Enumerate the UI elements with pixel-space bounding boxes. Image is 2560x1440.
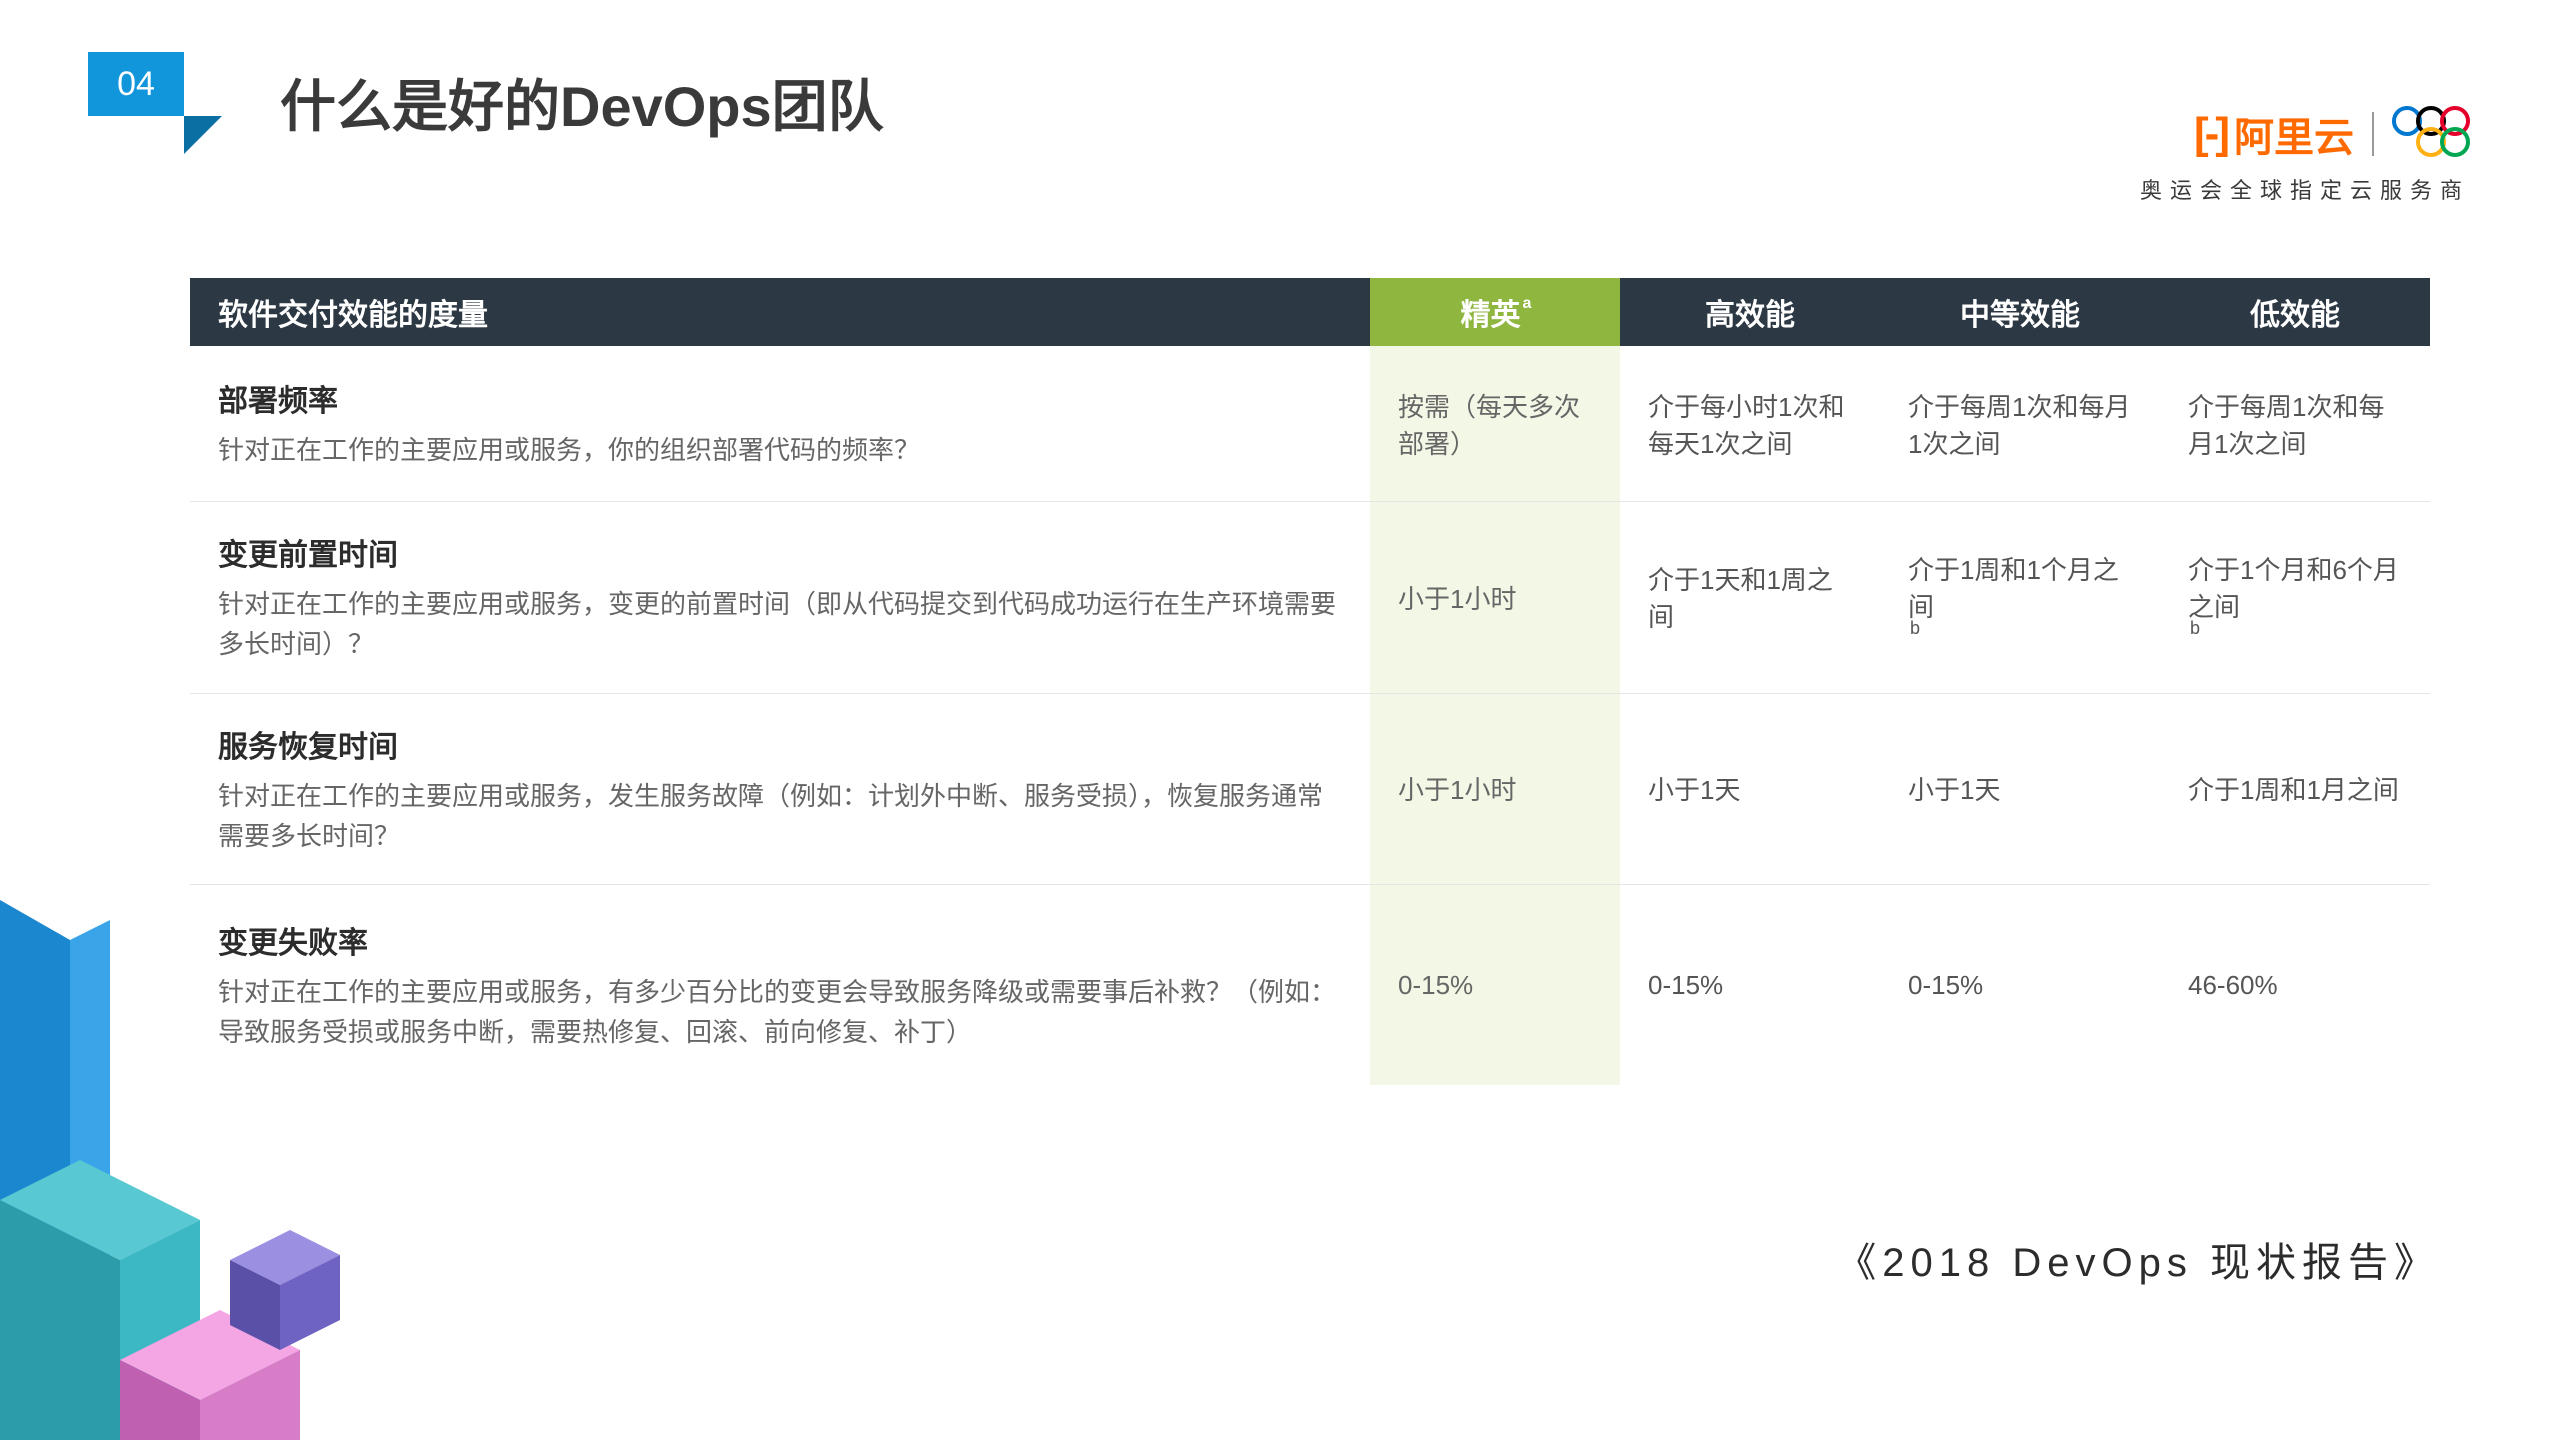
low-cell: 介于1个月和6个月之间 b [2160,502,2430,693]
table-row: 变更前置时间 针对正在工作的主要应用或服务，变更的前置时间（即从代码提交到代码成… [190,502,2430,694]
badge-corner-decoration [184,116,222,154]
metric-desc: 针对正在工作的主要应用或服务，你的组织部署代码的频率？ [218,430,1342,470]
brand-logo-block: [-] 阿里云 奥运会全球指定云服务商 [2140,105,2470,205]
col-header-elite: 精英a [1370,278,1620,346]
page-number: 04 [117,65,155,104]
mid-cell: 0-15% [1880,885,2160,1085]
brand-logo-row: [-] 阿里云 [2140,105,2470,163]
metric-cell: 变更前置时间 针对正在工作的主要应用或服务，变更的前置时间（即从代码提交到代码成… [190,502,1370,693]
metric-cell: 变更失败率 针对正在工作的主要应用或服务，有多少百分比的变更会导致服务降级或需要… [190,885,1370,1085]
high-cell: 介于1天和1周之间 [1620,502,1880,693]
elite-cell: 按需（每天多次部署） [1370,346,1620,501]
metric-desc: 针对正在工作的主要应用或服务，变更的前置时间（即从代码提交到代码成功运行在生产环… [218,584,1342,665]
mid-cell-sup: b [1910,618,2134,639]
elite-cell: 小于1小时 [1370,502,1620,693]
col-header-high: 高效能 [1620,278,1880,346]
table-row: 部署频率 针对正在工作的主要应用或服务，你的组织部署代码的频率？ 按需（每天多次… [190,346,2430,502]
col-header-metric: 软件交付效能的度量 [190,278,1370,346]
low-cell-text: 介于1个月和6个月之间 [2188,550,2402,624]
high-cell: 0-15% [1620,885,1880,1085]
page-number-badge: 04 [88,52,184,116]
metric-title: 变更前置时间 [218,530,1342,574]
col-header-low: 低效能 [2160,278,2430,346]
table-header-row: 软件交付效能的度量 精英a 高效能 中等效能 低效能 [190,278,2430,346]
logo-divider [2372,112,2374,156]
low-cell: 46-60% [2160,885,2430,1085]
olympic-rings-icon [2392,106,2470,162]
metric-title: 服务恢复时间 [218,722,1342,766]
high-cell: 介于每小时1次和每天1次之间 [1620,346,1880,501]
low-cell-sup: b [2190,618,2404,639]
table-row: 变更失败率 针对正在工作的主要应用或服务，有多少百分比的变更会导致服务降级或需要… [190,885,2430,1085]
aliyun-text: 阿里云 [2234,105,2354,163]
aliyun-logo: [-] 阿里云 [2194,105,2354,163]
low-cell: 介于每周1次和每月1次之间 [2160,346,2430,501]
table-row: 服务恢复时间 针对正在工作的主要应用或服务，发生服务故障（例如：计划外中断、服务… [190,694,2430,886]
metric-title: 部署频率 [218,376,1342,420]
slide-title: 什么是好的DevOps团队 [280,62,884,143]
aliyun-bracket-icon: [-] [2194,109,2226,159]
metric-cell: 服务恢复时间 针对正在工作的主要应用或服务，发生服务故障（例如：计划外中断、服务… [190,694,1370,885]
mid-cell-text: 介于1周和1个月之间 [1908,550,2132,624]
low-cell: 介于1周和1月之间 [2160,694,2430,885]
metric-desc: 针对正在工作的主要应用或服务，有多少百分比的变更会导致服务降级或需要事后补救？（… [218,972,1342,1053]
elite-cell: 0-15% [1370,885,1620,1085]
metric-desc: 针对正在工作的主要应用或服务，发生服务故障（例如：计划外中断、服务受损），恢复服… [218,776,1342,857]
metric-cell: 部署频率 针对正在工作的主要应用或服务，你的组织部署代码的频率？ [190,346,1370,501]
mid-cell: 介于每周1次和每月1次之间 [1880,346,2160,501]
metrics-table: 软件交付效能的度量 精英a 高效能 中等效能 低效能 部署频率 针对正在工作的主… [190,278,2430,1085]
high-cell: 小于1天 [1620,694,1880,885]
source-citation: 《2018 DevOps 现状报告》 [1836,1230,2440,1288]
mid-cell: 介于1周和1个月之间 b [1880,502,2160,693]
mid-cell: 小于1天 [1880,694,2160,885]
elite-cell: 小于1小时 [1370,694,1620,885]
metric-title: 变更失败率 [218,918,1342,962]
col-header-elite-text: 精英 [1461,290,1521,334]
col-header-elite-sup: a [1523,295,1532,313]
col-header-mid: 中等效能 [1880,278,2160,346]
brand-subtitle: 奥运会全球指定云服务商 [2140,173,2470,205]
